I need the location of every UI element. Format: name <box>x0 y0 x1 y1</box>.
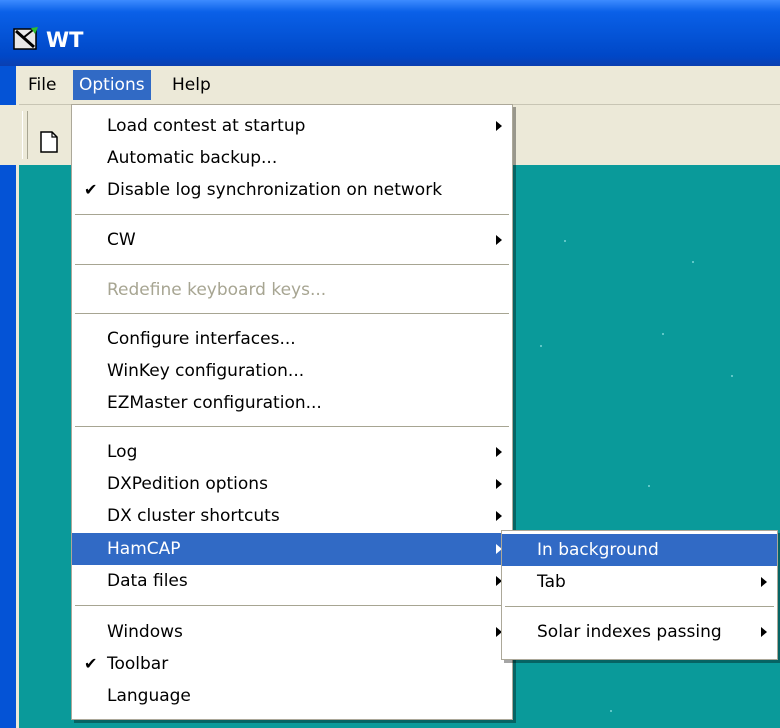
menu-item-dx-cluster[interactable]: DX cluster shortcuts <box>72 500 512 532</box>
menu-bar: File Options Help <box>0 66 780 105</box>
menu-item-label: DXPedition options <box>107 474 268 494</box>
menu-item-label: Log <box>107 442 138 462</box>
menu-item-label: Toolbar <box>107 654 169 674</box>
background-speck <box>648 485 650 487</box>
menu-item-configure-interfaces[interactable]: Configure interfaces... <box>72 323 512 355</box>
menu-item-dxpedition[interactable]: DXPedition options <box>72 468 512 500</box>
submenu-arrow-icon <box>496 511 502 521</box>
menu-separator <box>75 313 509 314</box>
app-icon <box>13 27 38 50</box>
submenu-arrow-icon <box>761 627 767 637</box>
menu-options[interactable]: Options <box>73 70 151 100</box>
menu-item-load-contest[interactable]: Load contest at startup <box>72 110 512 142</box>
menu-item-ezmaster[interactable]: EZMaster configuration... <box>72 387 512 419</box>
window-left-border <box>0 66 16 728</box>
menu-item-label: Tab <box>537 572 566 592</box>
menu-item-label: Configure interfaces... <box>107 329 296 349</box>
menu-item-label: DX cluster shortcuts <box>107 506 280 526</box>
submenu-arrow-icon <box>496 121 502 131</box>
menu-item-winkey[interactable]: WinKey configuration... <box>72 355 512 387</box>
menu-item-redefine-keys: Redefine keyboard keys... <box>72 274 512 306</box>
menu-help[interactable]: Help <box>166 70 217 100</box>
checkmark-icon: ✔ <box>84 180 98 199</box>
menu-item-label: Disable log synchronization on network <box>107 180 443 200</box>
menu-item-toolbar[interactable]: ✔ Toolbar <box>72 648 512 680</box>
menu-item-windows[interactable]: Windows <box>72 616 512 648</box>
menu-item-label: Automatic backup... <box>107 148 278 168</box>
submenu-arrow-icon <box>496 447 502 457</box>
background-speck <box>731 375 733 377</box>
menu-item-label: WinKey configuration... <box>107 361 305 381</box>
background-speck <box>610 710 612 712</box>
submenu-arrow-icon <box>496 479 502 489</box>
menu-item-hamcap[interactable]: HamCAP <box>72 533 512 565</box>
hamcap-submenu: In background Tab Solar indexes passing <box>501 530 778 660</box>
menu-separator <box>75 605 509 606</box>
menu-item-label: Solar indexes passing <box>537 622 722 642</box>
menu-item-tab[interactable]: Tab <box>502 566 777 598</box>
background-speck <box>662 333 664 335</box>
menu-item-label: In background <box>537 540 659 560</box>
menu-item-label: Data files <box>107 571 188 591</box>
menu-item-label: Windows <box>107 622 183 642</box>
new-document-icon[interactable] <box>40 131 58 153</box>
menu-file[interactable]: File <box>22 70 62 100</box>
menu-separator <box>75 264 509 265</box>
background-speck <box>564 240 566 242</box>
window-title: WT <box>46 28 84 52</box>
menu-item-label: CW <box>107 230 136 250</box>
menu-item-automatic-backup[interactable]: Automatic backup... <box>72 142 512 174</box>
menu-item-language[interactable]: Language <box>72 680 512 712</box>
background-speck <box>540 345 542 347</box>
menu-item-cw[interactable]: CW <box>72 224 512 256</box>
menu-item-solar-indexes[interactable]: Solar indexes passing <box>502 616 777 648</box>
menu-item-in-background[interactable]: In background <box>502 534 777 566</box>
menu-separator <box>75 426 509 427</box>
menu-separator <box>505 606 774 607</box>
submenu-arrow-icon <box>761 577 767 587</box>
options-menu: Load contest at startup Automatic backup… <box>71 104 513 720</box>
background-speck <box>692 261 694 263</box>
submenu-arrow-icon <box>496 235 502 245</box>
main-window: WT File Options Help Load contest at sta… <box>0 0 780 728</box>
toolbar-grip[interactable] <box>22 111 28 159</box>
menu-item-label: Language <box>107 686 191 706</box>
client-edge <box>16 104 19 728</box>
title-bar[interactable]: WT <box>0 0 780 66</box>
checkmark-icon: ✔ <box>84 654 98 673</box>
menu-item-label: Load contest at startup <box>107 116 306 136</box>
menu-separator <box>75 214 509 215</box>
menu-item-data-files[interactable]: Data files <box>72 565 512 597</box>
menu-item-label: HamCAP <box>107 539 181 559</box>
menu-item-log[interactable]: Log <box>72 436 512 468</box>
menu-item-label: EZMaster configuration... <box>107 393 322 413</box>
menu-item-label: Redefine keyboard keys... <box>107 280 327 300</box>
menu-item-disable-sync[interactable]: ✔ Disable log synchronization on network <box>72 174 512 206</box>
